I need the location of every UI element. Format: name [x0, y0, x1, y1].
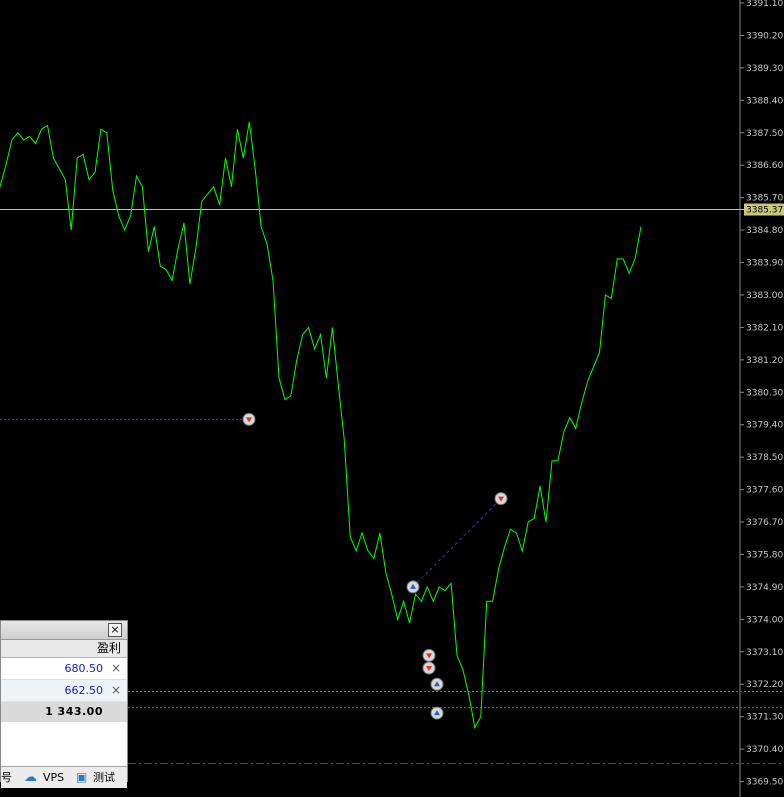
axis-tick-label: 3375.80 [746, 550, 783, 560]
cloud-icon[interactable]: ☁ [24, 767, 37, 788]
profit-value: 680.50 [64, 662, 104, 675]
total-profit: 1 343.00 [1, 702, 127, 722]
axis-tick-label: 3391.10 [746, 0, 783, 9]
profit-column-header[interactable]: 盈利 [1, 640, 127, 658]
close-position-icon[interactable]: × [111, 658, 121, 679]
axis-tick-label: 3390.20 [746, 31, 783, 41]
sell-marker-icon[interactable] [422, 648, 436, 662]
axis-tick-label: 3389.30 [746, 64, 783, 74]
axis-tick-label: 3376.70 [746, 518, 783, 528]
terminal-tabs: 号 ☁ VPS ▣ 测试 [1, 766, 127, 788]
table-empty-area [1, 722, 127, 766]
terminal-panel: × 盈利 680.50 × 662.50 × 1 343.00 号 ☁ VPS … [0, 620, 128, 788]
axis-tick-label: 3386.60 [746, 161, 783, 171]
axis-tick-label: 3372.20 [746, 680, 783, 690]
sell-marker-icon[interactable] [242, 412, 256, 426]
terminal-titlebar[interactable]: × [1, 621, 127, 640]
buy-marker-icon[interactable] [406, 580, 420, 594]
close-position-icon[interactable]: × [111, 680, 121, 701]
axis-tick-label: 3382.10 [746, 323, 783, 333]
current-price-label: 3385.37 [746, 206, 783, 216]
axis-tick-label: 3381.20 [746, 356, 783, 366]
axis-tick-label: 3373.10 [746, 648, 783, 658]
tab-test[interactable]: 测试 [93, 767, 115, 788]
axis-tick-label: 3380.30 [746, 388, 783, 398]
axis-tick-label: 3384.80 [746, 226, 783, 236]
axis-tick-label: 3388.40 [746, 96, 783, 106]
buy-marker-icon[interactable] [430, 677, 444, 691]
axis-tick-label: 3378.50 [746, 453, 783, 463]
buy-marker-icon[interactable] [430, 706, 444, 720]
close-icon[interactable]: × [108, 623, 122, 637]
table-row[interactable]: 680.50 × [1, 658, 127, 680]
profit-value: 662.50 [64, 684, 104, 697]
axis-tick-label: 3387.50 [746, 129, 783, 139]
sell-marker-icon[interactable] [422, 661, 436, 675]
axis-tick-label: 3379.40 [746, 421, 783, 431]
table-row[interactable]: 662.50 × [1, 680, 127, 702]
axis-tick-label: 3377.60 [746, 486, 783, 496]
axis-tick-label: 3369.50 [746, 778, 783, 788]
chip-icon[interactable]: ▣ [76, 767, 87, 788]
tab-fragment[interactable]: 号 [1, 767, 12, 788]
axis-tick-label: 3374.90 [746, 583, 783, 593]
tab-vps[interactable]: VPS [43, 767, 64, 788]
axis-tick-label: 3374.00 [746, 615, 783, 625]
axis-tick-label: 3371.30 [746, 713, 783, 723]
axis-tick-label: 3383.00 [746, 291, 783, 301]
axis-tick-label: 3383.90 [746, 259, 783, 269]
axis-tick-label: 3370.40 [746, 745, 783, 755]
sell-marker-icon[interactable] [494, 492, 508, 506]
axis-tick-label: 3385.70 [746, 194, 783, 204]
